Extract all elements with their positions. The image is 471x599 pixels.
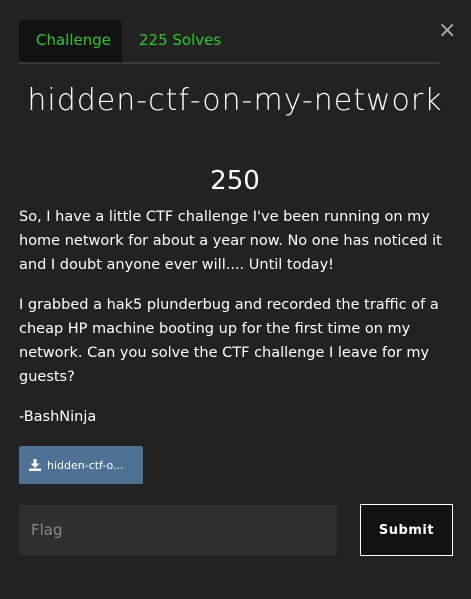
tab-challenge[interactable]: Challenge: [19, 20, 122, 62]
challenge-points: 250: [210, 166, 260, 196]
flag-input[interactable]: [19, 505, 337, 555]
submit-button[interactable]: Submit: [360, 504, 453, 556]
challenge-description: So, I have a little CTF challenge I've b…: [19, 205, 455, 445]
description-paragraph: I grabbed a hak5 plunderbug and recorded…: [19, 297, 439, 385]
file-name: hidden-ctf-o...: [47, 458, 124, 472]
file-download-button[interactable]: hidden-ctf-o...: [19, 446, 143, 484]
tab-solves[interactable]: 225 Solves: [122, 20, 238, 62]
challenge-title: hidden-ctf-on-my-network: [27, 83, 443, 118]
close-icon[interactable]: ×: [438, 20, 456, 42]
description-signature: -BashNinja: [19, 409, 97, 425]
description-paragraph: So, I have a little CTF challenge I've b…: [19, 209, 442, 273]
tab-bar: Challenge 225 Solves: [19, 20, 439, 64]
download-icon: [29, 459, 41, 471]
